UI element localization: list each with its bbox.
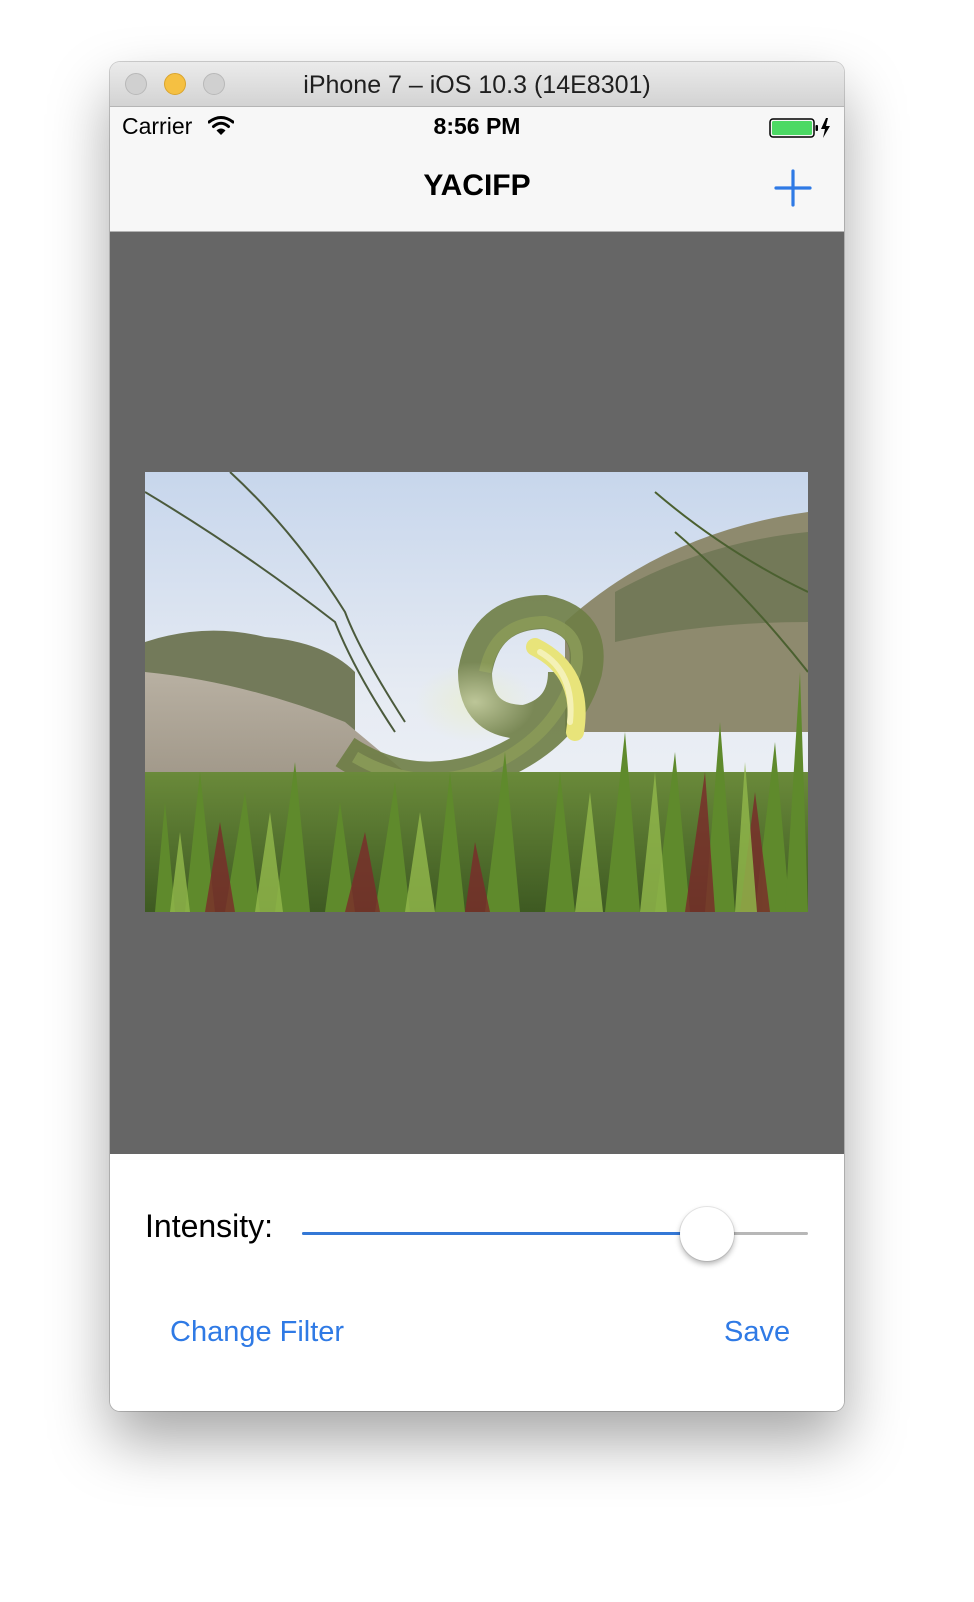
status-bar: Carrier 8:56 PM	[110, 107, 844, 147]
slider-fill	[302, 1232, 707, 1235]
simulator-window: iPhone 7 – iOS 10.3 (14E8301) Carrier 8:…	[110, 62, 844, 1411]
add-button[interactable]	[770, 165, 816, 211]
filtered-photo	[145, 472, 808, 912]
battery-icon	[769, 118, 830, 138]
intensity-slider[interactable]	[302, 1204, 808, 1264]
save-button[interactable]: Save	[724, 1316, 790, 1349]
change-filter-button[interactable]: Change Filter	[170, 1316, 344, 1349]
navigation-bar: YACIFP	[110, 147, 844, 232]
nav-title: YACIFP	[423, 169, 531, 202]
status-time: 8:56 PM	[433, 113, 521, 139]
slider-thumb[interactable]	[679, 1207, 734, 1261]
intensity-label: Intensity:	[145, 1208, 274, 1244]
plus-icon	[774, 169, 812, 207]
photo-image	[145, 472, 808, 912]
filter-controls: Intensity: Change Filter Save	[110, 1154, 844, 1411]
window-title: iPhone 7 – iOS 10.3 (14E8301)	[303, 71, 651, 99]
window-titlebar: iPhone 7 – iOS 10.3 (14E8301)	[110, 62, 844, 107]
image-canvas	[110, 232, 844, 1154]
